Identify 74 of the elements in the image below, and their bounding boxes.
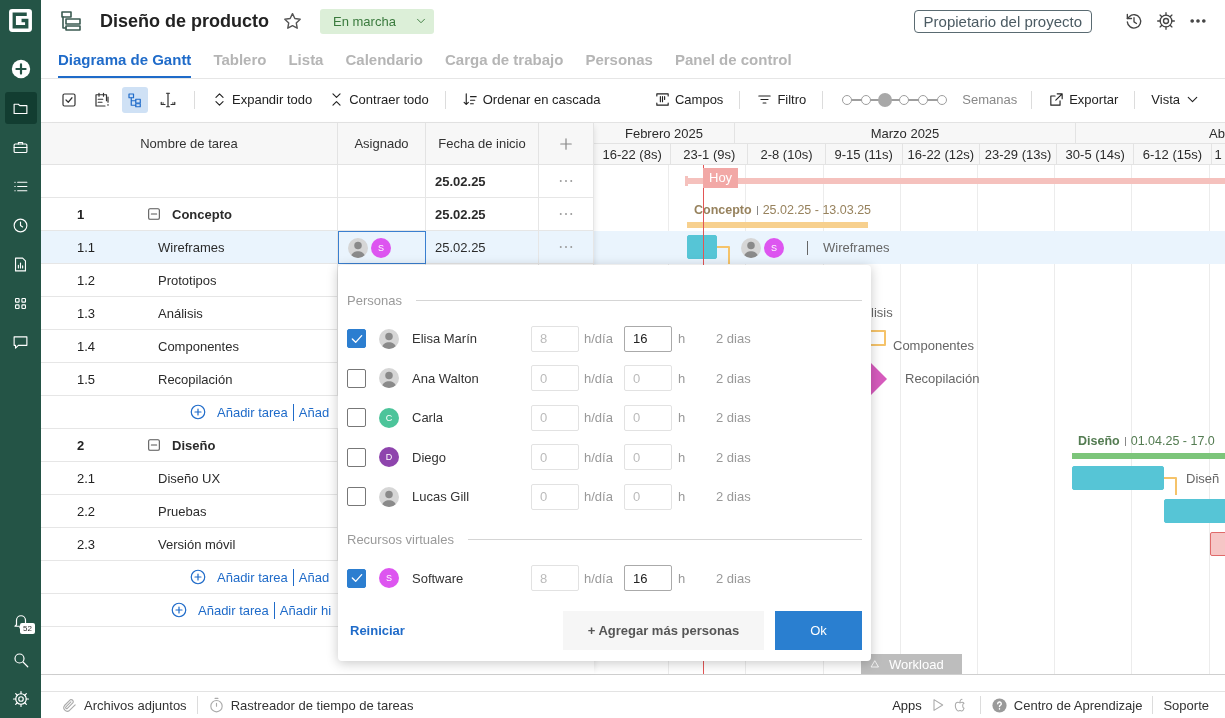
week-header: 9-15 (11s) xyxy=(834,146,893,162)
unit-label: h xyxy=(678,570,687,586)
person-name: Diego xyxy=(412,449,447,465)
start-date: 25.02.25 xyxy=(435,173,486,189)
task-name: Versión móvil xyxy=(158,536,236,552)
duration-label: 2 dias xyxy=(716,570,751,586)
row-number: 2.1 xyxy=(76,470,97,486)
week-header: 16-22 (8s) xyxy=(602,146,662,162)
row-number: 1.1 xyxy=(76,239,97,255)
date-range: 01.04.25 - 17.0 xyxy=(1130,434,1215,448)
task-name: Concepto xyxy=(172,206,232,222)
month-header: Febrero 2025 xyxy=(624,125,704,141)
week-header: 30-5 (14s) xyxy=(1065,146,1125,162)
avatar: S xyxy=(371,237,391,258)
avatar: S xyxy=(379,568,399,589)
week-header: 23-29 (13s) xyxy=(984,146,1052,162)
zoom-level-label: Semanas xyxy=(962,92,1018,107)
week-header: 16-22 (12s) xyxy=(907,146,975,162)
duration-label: 2 dias xyxy=(716,410,751,426)
row-number: 1 xyxy=(76,206,86,222)
section-title: Recursos virtuales xyxy=(347,532,454,547)
bar-label: Wireframes xyxy=(823,240,890,255)
column-header: Asignado xyxy=(354,136,409,151)
person-name: Ana Walton xyxy=(412,370,480,386)
task-name: Recopilación xyxy=(158,371,233,387)
date-range: 25.02.25 - 13.03.25 xyxy=(762,203,872,217)
duration-label: 2 dias xyxy=(716,449,751,465)
task-name: Análisis xyxy=(158,305,203,321)
avatar: C xyxy=(379,407,399,428)
unit-label: h xyxy=(678,489,687,505)
week-header: 2-8 (10s) xyxy=(760,146,813,162)
avatar: S xyxy=(764,237,784,258)
person-name: Elisa Marín xyxy=(412,331,479,347)
week-header: 1 xyxy=(1214,146,1222,162)
person-name: Software xyxy=(412,570,465,586)
task-name: Diseño UX xyxy=(158,470,221,486)
row-number: 1.5 xyxy=(76,371,97,387)
task-name: Wireframes xyxy=(158,239,225,255)
unit-label: h xyxy=(678,410,687,426)
duration-label: 2 dias xyxy=(716,489,751,505)
week-header: 23-1 (9s) xyxy=(683,146,736,162)
month-header: Ab xyxy=(1209,125,1225,141)
unit-label: h xyxy=(678,449,687,465)
avatar: D xyxy=(379,447,399,468)
row-number: 2.3 xyxy=(76,536,97,552)
row-number: 1.2 xyxy=(76,272,97,288)
month-header: Marzo 2025 xyxy=(870,125,940,141)
row-number: 2.2 xyxy=(76,503,97,519)
task-name: Prototipos xyxy=(158,272,217,288)
column-header: Nombre de tarea xyxy=(140,136,238,151)
row-number: 1.4 xyxy=(76,338,97,354)
column-header: Fecha de inicio xyxy=(438,136,526,151)
bar-label: lisis xyxy=(871,305,893,320)
duration-label: 2 dias xyxy=(716,331,751,347)
notification-count: 52 xyxy=(20,623,35,634)
duration-label: 2 dias xyxy=(716,370,751,386)
task-name: Componentes xyxy=(158,338,239,354)
bar-label: Diseñ xyxy=(1186,471,1220,486)
week-header: 6-12 (15s) xyxy=(1142,146,1203,162)
apps-label: Apps xyxy=(892,697,922,713)
today-label: Hoy xyxy=(703,168,739,188)
unit-label: h xyxy=(678,331,687,347)
bar-label: Componentes xyxy=(893,338,974,353)
start-date: 25.02.25 xyxy=(435,239,486,255)
group-label: Diseño xyxy=(1078,434,1120,448)
project-title: Diseño de producto xyxy=(100,10,269,32)
start-date: 25.02.25 xyxy=(435,206,486,222)
row-number: 2 xyxy=(76,437,86,453)
task-name: Diseño xyxy=(172,437,216,453)
person-name: Carla xyxy=(412,410,445,426)
unit-label: h xyxy=(678,370,687,386)
task-name: Pruebas xyxy=(158,503,207,519)
bar-label: Recopilación xyxy=(905,371,980,386)
row-number: 1.3 xyxy=(76,305,97,321)
